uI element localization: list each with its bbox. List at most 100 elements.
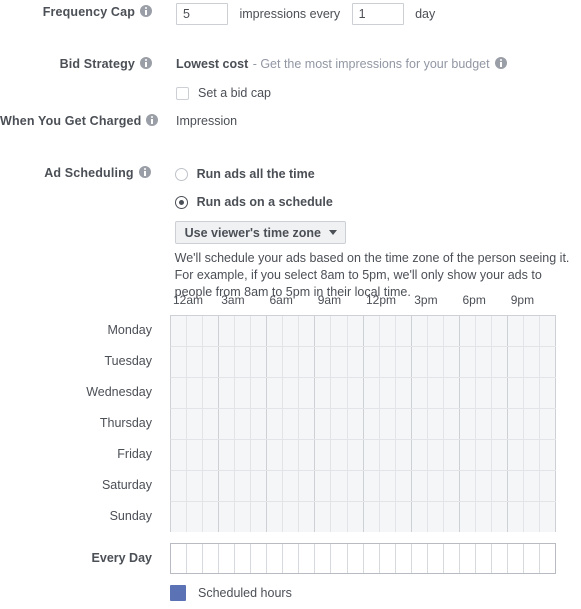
schedule-cell[interactable] xyxy=(171,378,188,408)
schedule-cell[interactable] xyxy=(187,409,204,439)
schedule-cell[interactable] xyxy=(171,316,188,346)
schedule-cell[interactable] xyxy=(251,316,268,346)
schedule-cell[interactable] xyxy=(395,347,412,377)
schedule-cell[interactable] xyxy=(411,378,428,408)
schedule-cell[interactable] xyxy=(363,409,380,439)
schedule-cell[interactable] xyxy=(235,440,252,470)
schedule-cell[interactable] xyxy=(411,409,428,439)
schedule-cell[interactable] xyxy=(235,544,252,573)
schedule-cell[interactable] xyxy=(524,502,541,532)
schedule-cell[interactable] xyxy=(491,544,508,573)
schedule-row-cells[interactable] xyxy=(170,377,557,408)
frequency-impressions-input[interactable] xyxy=(176,3,228,25)
info-icon[interactable] xyxy=(140,57,152,69)
schedule-cell[interactable] xyxy=(379,316,396,346)
schedule-cell[interactable] xyxy=(331,502,348,532)
schedule-cell[interactable] xyxy=(219,316,236,346)
schedule-cell[interactable] xyxy=(171,471,188,501)
schedule-cell[interactable] xyxy=(187,502,204,532)
schedule-cell[interactable] xyxy=(251,471,268,501)
schedule-cell[interactable] xyxy=(395,502,412,532)
schedule-cell[interactable] xyxy=(491,409,508,439)
schedule-row-cells[interactable] xyxy=(170,346,557,377)
schedule-cell[interactable] xyxy=(267,316,284,346)
schedule-cell[interactable] xyxy=(459,409,476,439)
schedule-cell[interactable] xyxy=(475,471,492,501)
schedule-cell[interactable] xyxy=(443,440,460,470)
schedule-cell[interactable] xyxy=(187,544,204,573)
schedule-cell[interactable] xyxy=(507,471,525,501)
schedule-cell[interactable] xyxy=(540,378,557,408)
schedule-cell[interactable] xyxy=(283,347,300,377)
schedule-cell[interactable] xyxy=(299,347,316,377)
schedule-cell[interactable] xyxy=(235,471,252,501)
schedule-cell[interactable] xyxy=(491,502,508,532)
schedule-cell[interactable] xyxy=(443,502,460,532)
schedule-cell[interactable] xyxy=(411,502,428,532)
schedule-cell[interactable] xyxy=(251,544,268,573)
schedule-cell[interactable] xyxy=(299,378,316,408)
radio-button-all-time[interactable] xyxy=(174,167,188,181)
schedule-cell[interactable] xyxy=(347,544,364,573)
schedule-cell[interactable] xyxy=(283,471,300,501)
schedule-cell[interactable] xyxy=(540,502,557,532)
schedule-cell[interactable] xyxy=(524,347,541,377)
schedule-cell[interactable] xyxy=(459,502,476,532)
schedule-cell[interactable] xyxy=(347,502,364,532)
schedule-cell[interactable] xyxy=(251,502,268,532)
schedule-cell[interactable] xyxy=(411,440,428,470)
schedule-cell[interactable] xyxy=(171,440,188,470)
schedule-cell[interactable] xyxy=(507,316,525,346)
schedule-cell[interactable] xyxy=(507,409,525,439)
schedule-cell[interactable] xyxy=(283,409,300,439)
schedule-cell[interactable] xyxy=(427,409,444,439)
schedule-cell[interactable] xyxy=(395,471,412,501)
schedule-cell[interactable] xyxy=(331,544,348,573)
schedule-cell[interactable] xyxy=(459,471,476,501)
schedule-cell[interactable] xyxy=(443,378,460,408)
schedule-cell[interactable] xyxy=(507,544,525,573)
schedule-cell[interactable] xyxy=(395,440,412,470)
schedule-cell[interactable] xyxy=(219,471,236,501)
schedule-cell[interactable] xyxy=(267,544,284,573)
schedule-cell[interactable] xyxy=(491,316,508,346)
schedule-cell[interactable] xyxy=(475,544,492,573)
schedule-cell[interactable] xyxy=(235,347,252,377)
schedule-cell[interactable] xyxy=(251,440,268,470)
schedule-cell[interactable] xyxy=(427,440,444,470)
schedule-cell[interactable] xyxy=(443,316,460,346)
schedule-cell[interactable] xyxy=(475,440,492,470)
schedule-cell[interactable] xyxy=(427,544,444,573)
schedule-cell[interactable] xyxy=(395,409,412,439)
schedule-cell[interactable] xyxy=(540,471,557,501)
schedule-cell[interactable] xyxy=(459,316,476,346)
schedule-cell[interactable] xyxy=(283,502,300,532)
schedule-cell[interactable] xyxy=(315,316,332,346)
schedule-cell[interactable] xyxy=(507,347,525,377)
schedule-cell[interactable] xyxy=(459,544,476,573)
schedule-cell[interactable] xyxy=(283,316,300,346)
schedule-cell[interactable] xyxy=(331,347,348,377)
schedule-cell[interactable] xyxy=(203,502,220,532)
schedule-cell[interactable] xyxy=(315,378,332,408)
schedule-cell[interactable] xyxy=(395,378,412,408)
schedule-cell[interactable] xyxy=(540,544,557,573)
schedule-cell[interactable] xyxy=(267,378,284,408)
schedule-cell[interactable] xyxy=(379,347,396,377)
schedule-row-cells[interactable] xyxy=(170,408,557,439)
schedule-cell[interactable] xyxy=(379,440,396,470)
schedule-cell[interactable] xyxy=(219,544,236,573)
schedule-cell[interactable] xyxy=(331,409,348,439)
schedule-cell[interactable] xyxy=(475,409,492,439)
schedule-cell[interactable] xyxy=(235,316,252,346)
schedule-cell[interactable] xyxy=(540,347,557,377)
schedule-cell[interactable] xyxy=(475,316,492,346)
schedule-cell[interactable] xyxy=(187,347,204,377)
schedule-cell[interactable] xyxy=(331,440,348,470)
schedule-cell[interactable] xyxy=(299,471,316,501)
radio-button-on-schedule[interactable] xyxy=(174,195,188,209)
radio-run-all-time[interactable]: Run ads all the time xyxy=(174,164,581,184)
schedule-cell[interactable] xyxy=(395,316,412,346)
schedule-cell[interactable] xyxy=(171,409,188,439)
schedule-cell[interactable] xyxy=(524,316,541,346)
